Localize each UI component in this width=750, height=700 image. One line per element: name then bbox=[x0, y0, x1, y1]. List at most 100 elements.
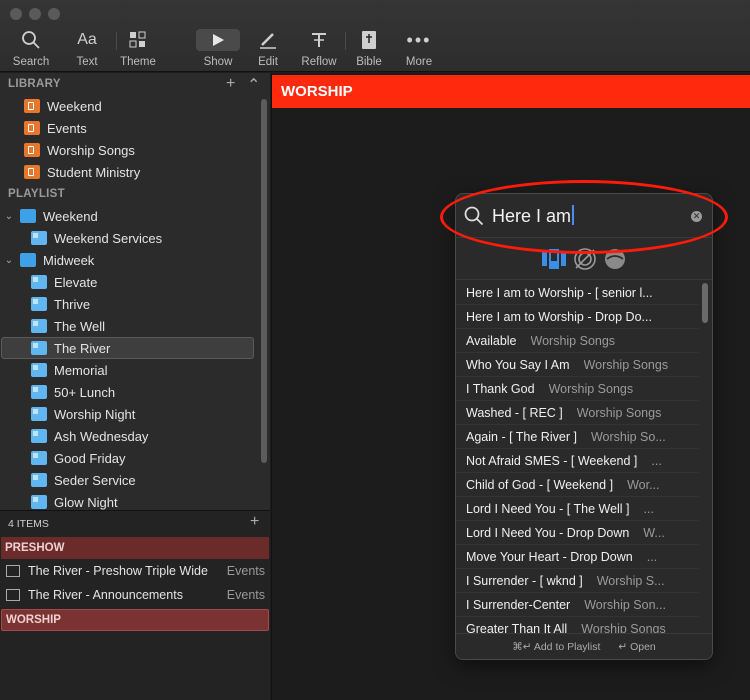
group-preshow[interactable]: PRESHOW bbox=[1, 537, 269, 559]
sidebar-scrollbar[interactable] bbox=[261, 99, 267, 463]
result-library: Worship S... bbox=[596, 573, 665, 588]
search-input[interactable]: Here I am bbox=[492, 204, 575, 227]
playlist-folder-midweek[interactable]: ⌄ Midweek bbox=[0, 249, 270, 271]
library-icon bbox=[24, 121, 40, 135]
toolbar: Search Aa Text Theme Show Edit Reflow Bi… bbox=[0, 0, 750, 72]
play-icon bbox=[193, 28, 243, 52]
chevron-down-icon[interactable]: ⌄ bbox=[2, 211, 16, 222]
result-library: Worship Songs bbox=[583, 357, 669, 372]
reflow-toolbar-button[interactable]: Reflow bbox=[294, 28, 344, 72]
playlist-item[interactable]: Memorial bbox=[0, 359, 270, 381]
playlist-item[interactable]: Good Friday bbox=[0, 447, 270, 469]
library-item-events[interactable]: Events bbox=[0, 117, 270, 139]
more-toolbar-button[interactable]: ••• More bbox=[394, 28, 444, 72]
library-item-weekend[interactable]: Weekend bbox=[0, 95, 270, 117]
playlist-folder-weekend[interactable]: ⌄ Weekend bbox=[0, 205, 270, 227]
item-library: Events bbox=[226, 588, 265, 602]
playlist-icon bbox=[31, 473, 47, 487]
group-banner: WORSHIP bbox=[272, 75, 750, 108]
search-result[interactable]: Here I am to Worship - Drop Do... bbox=[456, 305, 699, 329]
playlist-icon bbox=[31, 495, 47, 509]
playlist-item-label: Glow Night bbox=[54, 494, 118, 510]
close-window-button[interactable] bbox=[10, 8, 22, 20]
playlist-item[interactable]: Seder Service bbox=[0, 469, 270, 491]
item-row[interactable]: The River - Preshow Triple Wide Events bbox=[0, 559, 270, 583]
search-result[interactable]: I Surrender-Center Worship Son... bbox=[456, 593, 699, 617]
search-toolbar-button[interactable]: Search bbox=[6, 28, 56, 72]
search-result[interactable]: Again - [ The River ] Worship So... bbox=[456, 425, 699, 449]
search-bar[interactable]: Here I am ✕ bbox=[456, 194, 712, 238]
result-title: I Surrender-Center bbox=[466, 597, 571, 612]
text-toolbar-button[interactable]: Aa Text bbox=[62, 28, 112, 72]
playlist-item-label: The River bbox=[54, 340, 111, 356]
playlist-item-label: The Well bbox=[54, 318, 106, 334]
playlist-icon bbox=[31, 231, 47, 245]
item-title: The River - Announcements bbox=[28, 588, 183, 602]
search-result[interactable]: Who You Say I Am Worship Songs bbox=[456, 353, 699, 377]
edit-toolbar-button[interactable]: Edit bbox=[243, 28, 293, 72]
chevron-down-icon[interactable]: ⌄ bbox=[2, 255, 16, 266]
playlist-item-selected[interactable]: The River bbox=[1, 337, 254, 359]
search-result[interactable]: Washed - [ REC ] Worship Songs bbox=[456, 401, 699, 425]
library-item-worship-songs[interactable]: Worship Songs bbox=[0, 139, 270, 161]
collapse-library-button[interactable]: ⌃ bbox=[247, 75, 260, 95]
bible-icon bbox=[344, 28, 394, 52]
search-result[interactable]: Child of God - [ Weekend ] Wor... bbox=[456, 473, 699, 497]
add-to-playlist-hint: ⌘↵ Add to Playlist bbox=[512, 640, 601, 653]
zoom-window-button[interactable] bbox=[48, 8, 60, 20]
result-title: Who You Say I Am bbox=[466, 357, 570, 372]
minimize-window-button[interactable] bbox=[29, 8, 41, 20]
playlist-icon bbox=[31, 363, 47, 377]
search-result[interactable]: I Surrender - [ wknd ] Worship S... bbox=[456, 569, 699, 593]
item-library: Events bbox=[226, 564, 265, 578]
playlist-item[interactable]: Ash Wednesday bbox=[0, 425, 270, 447]
playlist-item[interactable]: Weekend Services bbox=[0, 227, 270, 249]
item-row[interactable]: The River - Announcements Events bbox=[0, 583, 270, 607]
playlist-item-label: Ash Wednesday bbox=[54, 428, 149, 444]
search-result[interactable]: Move Your Heart - Drop Down... bbox=[456, 545, 699, 569]
search-result[interactable]: I Thank God Worship Songs bbox=[456, 377, 699, 401]
search-result[interactable]: Available Worship Songs bbox=[456, 329, 699, 353]
group-worship[interactable]: WORSHIP bbox=[1, 609, 269, 631]
result-library: Worship Son... bbox=[584, 597, 666, 612]
search-results: Here I am to Worship - [ senior l... Her… bbox=[456, 281, 699, 641]
group-banner-label: WORSHIP bbox=[281, 83, 353, 100]
playlist-item[interactable]: 50+ Lunch bbox=[0, 381, 270, 403]
library-icon bbox=[24, 165, 40, 179]
library-icon bbox=[24, 99, 40, 113]
search-result[interactable]: Here I am to Worship - [ senior l... bbox=[456, 281, 699, 305]
search-icon bbox=[464, 206, 484, 225]
result-library: Wor... bbox=[627, 477, 660, 492]
add-library-button[interactable]: + bbox=[226, 75, 235, 93]
result-library: W... bbox=[643, 525, 665, 540]
presentation-filter-icon[interactable] bbox=[541, 248, 567, 270]
result-title: Available bbox=[466, 333, 517, 348]
playlist-item[interactable]: Glow Night bbox=[0, 491, 270, 510]
library-item-student-ministry[interactable]: Student Ministry bbox=[0, 161, 270, 183]
audio-filter-icon[interactable] bbox=[603, 247, 627, 271]
bible-toolbar-button[interactable]: Bible bbox=[344, 28, 394, 72]
theme-toolbar-button[interactable]: Theme bbox=[113, 28, 163, 72]
search-result[interactable]: Lord I Need You - [ The Well ]... bbox=[456, 497, 699, 521]
media-filter-icon[interactable] bbox=[573, 247, 597, 271]
search-result[interactable]: Not Afraid SMES - [ Weekend ]... bbox=[456, 449, 699, 473]
playlist-item[interactable]: Worship Night bbox=[0, 403, 270, 425]
show-toolbar-button[interactable]: Show bbox=[193, 28, 243, 72]
add-item-button[interactable]: + bbox=[250, 513, 259, 531]
edit-toolbar-label: Edit bbox=[258, 56, 278, 68]
search-result[interactable]: Lord I Need You - Drop Down W... bbox=[456, 521, 699, 545]
result-title: I Thank God bbox=[466, 381, 535, 396]
items-count: 4 ITEMS bbox=[0, 511, 270, 537]
playlist-item[interactable]: Elevate bbox=[0, 271, 270, 293]
playlist-icon bbox=[31, 319, 47, 333]
clear-search-icon[interactable]: ✕ bbox=[691, 211, 702, 222]
result-title: Again - [ The River ] bbox=[466, 429, 577, 444]
result-title: Not Afraid SMES - [ Weekend ] bbox=[466, 453, 638, 468]
results-scrollbar[interactable] bbox=[702, 283, 708, 323]
playlist-item[interactable]: Thrive bbox=[0, 293, 270, 315]
library-item-label: Weekend bbox=[47, 98, 102, 114]
playlist-item-label: Weekend Services bbox=[54, 230, 163, 246]
sidebar: LIBRARY + ⌃ Weekend Events Worship Songs… bbox=[0, 73, 270, 510]
library-icon bbox=[24, 143, 40, 157]
playlist-item[interactable]: The Well bbox=[0, 315, 270, 337]
